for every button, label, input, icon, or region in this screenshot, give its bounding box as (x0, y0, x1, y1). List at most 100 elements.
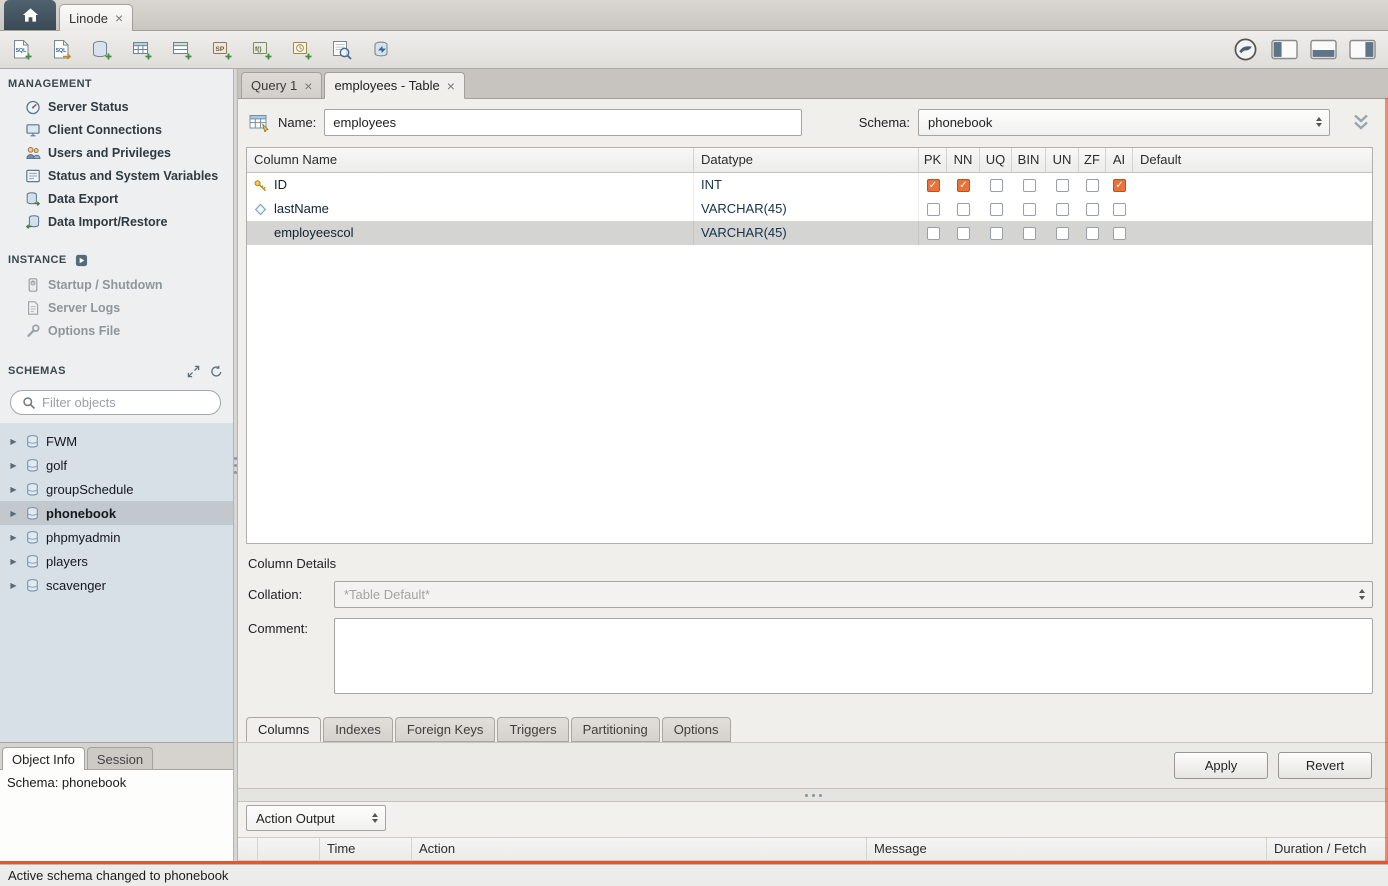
flag-checkbox[interactable] (990, 179, 1003, 192)
sidebar-item-data-import-restore[interactable]: Data Import/Restore (0, 210, 233, 233)
collation-select[interactable]: *Table Default* (334, 581, 1373, 608)
subtab-partitioning[interactable]: Partitioning (571, 717, 660, 742)
open-sql-script-icon[interactable]: SQL (44, 35, 80, 65)
new-schema-icon[interactable] (84, 35, 120, 65)
tab-employees-table[interactable]: employees - Table × (324, 72, 464, 99)
flag-checkbox[interactable] (1056, 227, 1069, 240)
new-view-icon[interactable] (164, 35, 200, 65)
sidebar-item-options-file[interactable]: Options File (0, 319, 233, 342)
schema-item-phonebook[interactable]: ▶phonebook (0, 501, 233, 525)
sidebar-item-status-and-system-variables[interactable]: Status and System Variables (0, 164, 233, 187)
flag-checkbox[interactable] (1023, 179, 1036, 192)
flag-checkbox[interactable] (990, 203, 1003, 216)
schema-name: phpmyadmin (46, 530, 120, 545)
new-table-icon[interactable] (124, 35, 160, 65)
expand-arrow-icon[interactable]: ▶ (8, 437, 19, 446)
new-function-icon[interactable]: f() (244, 35, 280, 65)
flag-checkbox[interactable] (1023, 227, 1036, 240)
filter-objects-input[interactable] (42, 395, 218, 410)
flag-checkbox[interactable] (957, 203, 970, 216)
refresh-schemas-icon[interactable] (208, 363, 225, 379)
flag-checkbox[interactable] (1113, 227, 1126, 240)
workbench-logo-icon[interactable] (1229, 35, 1261, 65)
schema-item-golf[interactable]: ▶golf (0, 453, 233, 477)
home-tab[interactable] (4, 0, 56, 30)
schema-item-fwm[interactable]: ▶FWM (0, 429, 233, 453)
sidebar-item-server-logs[interactable]: Server Logs (0, 296, 233, 319)
flag-checkbox[interactable]: ✓ (927, 179, 940, 192)
schema-item-players[interactable]: ▶players (0, 549, 233, 573)
flag-checkbox[interactable] (990, 227, 1003, 240)
sidebar-item-startup-shutdown[interactable]: Startup / Shutdown (0, 273, 233, 296)
schema-select[interactable]: phonebook (918, 109, 1330, 136)
column-row-lastname[interactable]: lastNameVARCHAR(45) (247, 197, 1372, 221)
flag-checkbox[interactable] (1086, 227, 1099, 240)
info-tab-session[interactable]: Session (87, 747, 153, 770)
tab-query-1[interactable]: Query 1× (241, 72, 322, 99)
stepper-icon[interactable] (1355, 589, 1369, 600)
expand-schemas-icon[interactable] (185, 363, 202, 379)
flag-checkbox[interactable] (957, 227, 970, 240)
collapse-header-chevrons-icon[interactable] (1350, 111, 1372, 133)
sidebar-item-users-and-privileges[interactable]: Users and Privileges (0, 141, 233, 164)
subtab-options[interactable]: Options (662, 717, 731, 742)
reconnect-dbms-icon[interactable] (364, 35, 400, 65)
expand-arrow-icon[interactable]: ▶ (8, 509, 19, 518)
action-output-header-cell: Action (412, 838, 867, 860)
table-name-input[interactable] (324, 109, 802, 136)
apply-button[interactable]: Apply (1174, 752, 1268, 779)
column-row-employeescol[interactable]: employeescolVARCHAR(45) (247, 221, 1372, 245)
flag-checkbox[interactable] (927, 203, 940, 216)
sidebar-item-client-connections[interactable]: Client Connections (0, 118, 233, 141)
column-row-id[interactable]: IDINT✓✓✓ (247, 173, 1372, 197)
toggle-right-sidebar-icon[interactable] (1346, 35, 1378, 65)
new-event-icon[interactable] (284, 35, 320, 65)
output-splitter[interactable] (238, 788, 1388, 801)
schema-item-scavenger[interactable]: ▶scavenger (0, 573, 233, 597)
subtab-triggers[interactable]: Triggers (497, 717, 568, 742)
close-icon[interactable]: × (304, 80, 312, 92)
search-table-data-icon[interactable] (324, 35, 360, 65)
expand-arrow-icon[interactable]: ▶ (8, 533, 19, 542)
subtab-indexes[interactable]: Indexes (323, 717, 393, 742)
stepper-icon[interactable] (368, 813, 382, 824)
flag-checkbox[interactable] (927, 227, 940, 240)
subtab-columns[interactable]: Columns (246, 717, 321, 742)
columns-grid: Column NameDatatypePKNNUQBINUNZFAIDefaul… (246, 147, 1373, 544)
db-icon (24, 457, 41, 473)
stepper-icon[interactable] (1312, 117, 1326, 128)
new-procedure-icon[interactable]: SP (204, 35, 240, 65)
new-query-tab-icon[interactable]: SQL (4, 35, 40, 65)
action-output-selector[interactable]: Action Output (246, 805, 386, 831)
sidebar-item-label: Users and Privileges (48, 146, 171, 160)
flag-checkbox[interactable] (1056, 179, 1069, 192)
schema-item-phpmyadmin[interactable]: ▶ phpmyadmin (0, 525, 233, 549)
window-tab-linode[interactable]: Linode× (59, 4, 133, 31)
flag-checkbox[interactable]: ✓ (957, 179, 970, 192)
expand-arrow-icon[interactable]: ▶ (8, 485, 19, 494)
expand-arrow-icon[interactable]: ▶ (8, 461, 19, 470)
close-icon[interactable]: × (115, 12, 123, 24)
expand-arrow-icon[interactable]: ▶ (8, 557, 19, 566)
flag-checkbox[interactable] (1113, 203, 1126, 216)
revert-button[interactable]: Revert (1278, 752, 1372, 779)
comment-textarea[interactable] (334, 618, 1373, 694)
info-tab-object-info[interactable]: Object Info (2, 747, 85, 770)
flag-checkbox[interactable] (1086, 179, 1099, 192)
grid-header-cell: Column Name (247, 148, 694, 172)
schema-item-groupschedule[interactable]: ▶groupSchedule (0, 477, 233, 501)
sidebar-item-server-status[interactable]: Server Status (0, 95, 233, 118)
toggle-left-sidebar-icon[interactable] (1268, 35, 1300, 65)
subtab-foreign-keys[interactable]: Foreign Keys (395, 717, 496, 742)
toggle-bottom-panel-icon[interactable] (1307, 35, 1339, 65)
flag-checkbox[interactable] (1023, 203, 1036, 216)
tab-label: employees - Table (334, 78, 439, 93)
grid-header-cell: AI (1106, 148, 1133, 172)
status-bar: Active schema changed to phonebook (0, 864, 1388, 886)
expand-arrow-icon[interactable]: ▶ (8, 581, 19, 590)
sidebar-item-data-export[interactable]: Data Export (0, 187, 233, 210)
flag-checkbox[interactable]: ✓ (1113, 179, 1126, 192)
flag-checkbox[interactable] (1056, 203, 1069, 216)
flag-checkbox[interactable] (1086, 203, 1099, 216)
close-icon[interactable]: × (447, 80, 455, 92)
